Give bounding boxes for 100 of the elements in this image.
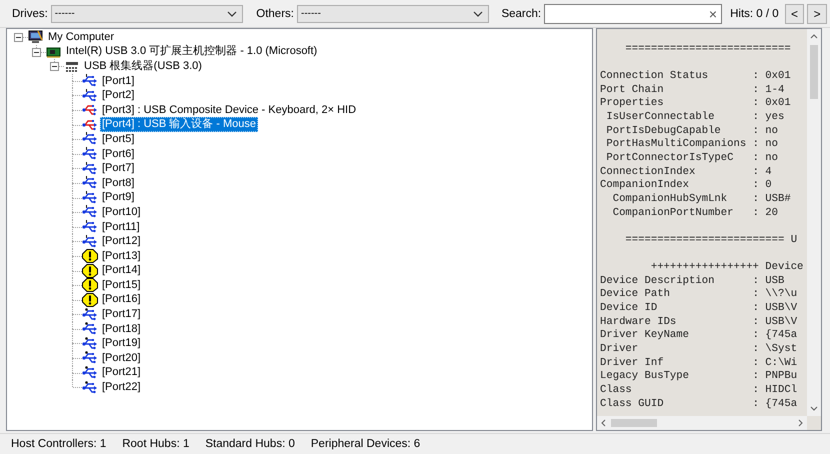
usb-icon — [82, 147, 98, 162]
scroll-left-icon[interactable] — [601, 419, 606, 427]
next-button[interactable]: > — [807, 4, 827, 24]
tree-item-label[interactable]: Intel(R) USB 3.0 可扩展主机控制器 - 1.0 (Microsoft) — [64, 44, 320, 60]
detail-line: Hardware IDs : USB\V — [600, 316, 798, 329]
detail-line: Device Path : \\?\u — [600, 288, 798, 302]
chevron-down-icon — [227, 10, 238, 16]
tree-item-label[interactable]: [Port17] — [100, 307, 143, 322]
detail-line: CompanionHubSymLnk : USB# — [612, 192, 791, 206]
usb-icon — [82, 308, 98, 322]
horizontal-scrollbar[interactable] — [597, 416, 807, 430]
others-dropdown[interactable]: ------ — [296, 4, 490, 22]
usb-icon — [82, 336, 98, 351]
search-field[interactable]: × — [544, 4, 722, 24]
warning-icon — [82, 292, 98, 307]
scroll-up-icon[interactable] — [810, 34, 818, 39]
expander-icon[interactable] — [50, 62, 59, 72]
detail-line: Class : HIDCl — [600, 384, 798, 398]
detail-line: Legacy BusType : PNPBu — [600, 370, 798, 384]
warning-icon — [82, 249, 98, 264]
detail-line: Class GUID : {745a — [600, 398, 798, 412]
status-text: Host Controllers: 1 — [11, 438, 106, 450]
detail-line: IsUserConnectable : yes — [605, 110, 784, 125]
tree-item-label[interactable]: [Port2] — [100, 88, 136, 104]
usb-device-icon — [82, 118, 98, 132]
detail-line: ========================== — [624, 42, 791, 56]
scroll-thumb[interactable] — [810, 45, 818, 99]
scroll-right-icon[interactable] — [798, 419, 803, 427]
expander-icon[interactable] — [32, 48, 41, 57]
hits-count: Hits: 0 / 0 — [730, 8, 779, 20]
usb-icon — [82, 351, 98, 366]
tree-item-label[interactable]: [Port16] — [100, 292, 143, 308]
usb-icon — [82, 190, 98, 205]
usb-icon — [82, 322, 98, 336]
usb-icon — [82, 205, 98, 220]
tree-item-label[interactable]: [Port21] — [100, 365, 143, 380]
tree-item-label[interactable]: [Port12] — [100, 234, 143, 250]
others-label: Others: — [256, 8, 294, 20]
search-label: Search: — [501, 8, 542, 20]
detail-line: Driver : \Syst — [600, 343, 798, 357]
tree-item-label[interactable]: [Port5] — [100, 132, 136, 147]
tree-item-label[interactable]: [Port4] : USB 输入设备 - Mouse — [100, 117, 258, 132]
tree-item-label[interactable]: [Port7] — [100, 161, 136, 176]
detail-line: Driver Inf : C:\Wi — [600, 356, 798, 370]
tree-item-label[interactable]: My Computer — [46, 30, 116, 45]
tree-item-label[interactable]: [Port8] — [100, 176, 136, 191]
detail-line: Properties : 0x01 — [600, 97, 791, 111]
status-text: Root Hubs: 1 — [122, 438, 190, 450]
tree-item-label[interactable]: [Port9] — [100, 190, 136, 206]
detail-line: PortHasMultiCompanions : no — [605, 138, 778, 152]
usb-icon — [82, 380, 98, 395]
drives-label: Drives: — [12, 8, 48, 20]
usb-icon — [82, 74, 98, 88]
expander-icon[interactable] — [14, 33, 23, 42]
usb-icon — [82, 234, 98, 249]
warning-icon — [82, 278, 98, 292]
detail-line: Port Chain : 1-4 — [600, 84, 784, 97]
tree-item-label[interactable]: [Port14] — [100, 263, 143, 278]
detail-line: CompanionIndex : 0 — [600, 179, 772, 193]
detail-line: PortIsDebugCapable : no — [605, 124, 778, 138]
tree-item-label[interactable]: [Port13] — [100, 248, 143, 264]
usb-icon — [82, 88, 98, 103]
usb-icon — [82, 176, 98, 190]
detail-line: +++++++++++++++++ Device — [650, 261, 804, 275]
tree-item-label[interactable]: [Port18] — [100, 322, 143, 337]
tree-item-label[interactable]: [Port15] — [100, 278, 143, 293]
detail-line: CompanionPortNumber : 20 — [612, 206, 778, 220]
previous-button[interactable]: < — [784, 4, 804, 24]
computer-icon — [28, 30, 44, 44]
tree-item-label[interactable]: [Port10] — [100, 204, 143, 220]
tree-item-label[interactable]: [Port20] — [100, 350, 143, 366]
tree-item-label[interactable]: [Port22] — [100, 380, 143, 396]
usb-icon — [82, 162, 98, 176]
detail-line: Device Description : USB — [600, 274, 784, 288]
detail-line: PortConnectorIsTypeC : no — [605, 152, 778, 166]
detail-line: Device ID : USB\V — [600, 302, 798, 316]
hub-icon — [64, 59, 80, 74]
tree-item-label[interactable]: [Port11] — [100, 220, 142, 235]
tree-item-label[interactable]: [Port6] — [100, 146, 136, 162]
usb-icon — [82, 132, 98, 146]
detail-line: Connection Status : 0x01 — [600, 70, 791, 84]
status-text: Peripheral Devices: 6 — [310, 438, 420, 450]
tree-item-label[interactable]: [Port19] — [100, 336, 143, 352]
tree-item-label[interactable]: USB 根集线器(USB 3.0) — [82, 58, 204, 74]
scroll-down-icon[interactable] — [810, 406, 818, 411]
detail-line: ConnectionIndex : 4 — [600, 166, 772, 179]
usb-device-icon — [82, 103, 98, 118]
vertical-scrollbar[interactable] — [807, 29, 821, 416]
usb-icon — [82, 366, 98, 380]
chip-icon — [46, 44, 62, 59]
tree-item-label[interactable]: [Port1] — [100, 74, 136, 89]
clear-button[interactable]: × — [704, 6, 722, 22]
warning-icon — [82, 264, 98, 278]
tree-item-label[interactable]: [Port3] : USB Composite Device - Keyboard, 2× HID — [100, 102, 358, 118]
detail-line: ========================= U — [624, 234, 798, 248]
usb-icon — [82, 220, 98, 234]
scroll-thumb[interactable] — [611, 419, 657, 427]
chevron-down-icon — [473, 10, 484, 16]
detail-line: Driver KeyName : {745a — [600, 329, 798, 343]
drives-dropdown[interactable]: ------ — [50, 4, 244, 22]
